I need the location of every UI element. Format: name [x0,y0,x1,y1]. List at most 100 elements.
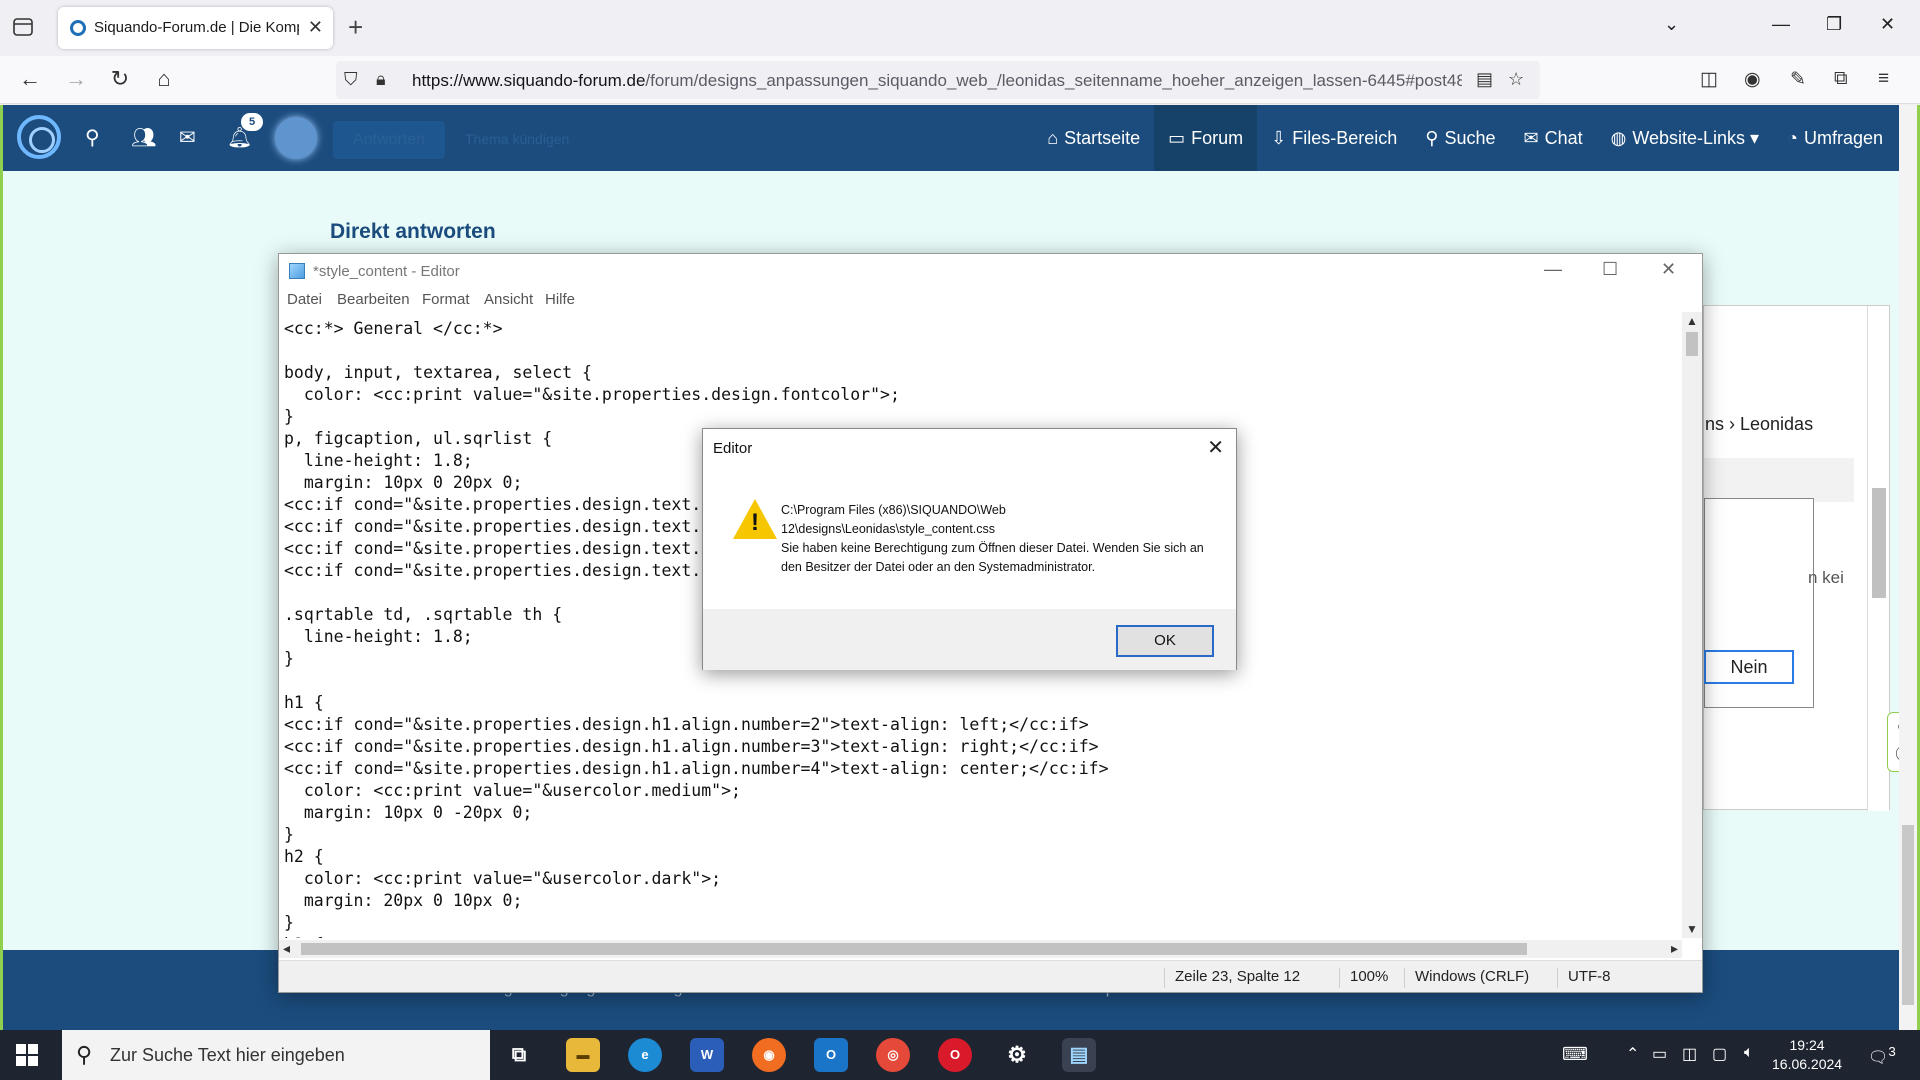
pocket-icon[interactable]: ◫ [1700,68,1718,91]
edge-icon[interactable]: e [628,1038,662,1072]
menu-bearbeiten[interactable]: Bearbeiten [337,291,410,308]
error-text: Sie haben keine Berechtigung zum Öffnen … [781,541,1204,574]
outlook-icon[interactable]: O [814,1038,848,1072]
taskbar-search[interactable]: ⚲ Zur Suche Text hier eingeben [62,1030,490,1080]
new-tab-icon[interactable]: + [348,12,363,43]
menu-icon[interactable]: ≡ [1878,68,1889,90]
nav-item-5[interactable]: ◍ Website-Links ▾ [1597,105,1773,171]
dialog-scrollbar[interactable] [1867,306,1889,811]
path-line-2: 12\designs\Leonidas\style_content.css [781,522,996,536]
word-icon[interactable]: W [690,1038,724,1072]
page-scrollbar[interactable] [1899,105,1917,1030]
tray-expand-icon[interactable]: ⌃ [1626,1044,1639,1064]
code-line: color: <cc:print value="&usercolor.mediu… [284,781,741,800]
scroll-up-icon[interactable]: ▲ [1686,314,1698,328]
close-window-icon[interactable]: ✕ [1880,14,1895,35]
h-scroll-thumb[interactable] [301,943,1527,955]
windows-start-icon[interactable] [16,1044,38,1066]
menu-format[interactable]: Format [422,291,470,308]
tracking-shield-icon[interactable]: ⛉ [344,69,358,90]
no-button[interactable]: Nein [1704,650,1794,684]
account-icon[interactable]: ◉ [1744,68,1761,91]
webcam-icon[interactable]: ◫ [1682,1044,1697,1064]
restore-icon[interactable]: ❐ [1826,14,1842,35]
notepad-close-icon[interactable]: ✕ [1661,259,1676,280]
scroll-down-icon[interactable]: ▼ [1686,922,1698,936]
notification-badge: 5 [241,113,263,131]
url-text[interactable]: https://www.siquando-forum.de/forum/desi… [412,71,1462,91]
notepad-minimize-icon[interactable]: — [1544,259,1562,280]
extensions-icon[interactable]: ⧉ [1834,68,1848,90]
menu-hilfe[interactable]: Hilfe [545,291,575,308]
page-scroll-thumb[interactable] [1902,825,1914,1005]
notepad-menubar: Datei Bearbeiten Format Ansicht Hilfe [279,288,1702,312]
notification-count: 3 [1888,1044,1896,1059]
network-icon[interactable]: ▭ [1652,1044,1667,1064]
dialog-band [1704,458,1854,502]
nav-label: Suche [1444,128,1496,148]
answer-button[interactable]: Antworten [333,121,445,159]
task-view-icon[interactable]: ⧉ [502,1038,536,1072]
nav-label: Forum [1191,128,1244,148]
notepad-taskbar-icon[interactable]: ▤ [1062,1038,1096,1072]
volume-icon[interactable]: 🔈︎ [1744,1044,1754,1062]
dialog-close-icon[interactable]: ✕ [1207,435,1224,460]
scroll-thumb[interactable] [1872,488,1886,598]
unsubscribe-link[interactable]: Thema kündigen [465,131,569,147]
scroll-left-icon[interactable]: ◂ [283,940,290,957]
reload-icon[interactable]: ↻ [106,66,134,92]
bookmark-star-icon[interactable]: ☆ [1508,69,1524,90]
taskbar-clock[interactable]: 19:24 16.06.2024 [1772,1036,1842,1074]
back-icon[interactable]: ← [16,66,44,92]
pen-icon[interactable]: ✎ [1790,68,1806,91]
home-icon[interactable]: ⌂ [150,66,178,92]
notepad-icon [289,263,305,279]
nav-label: Umfragen [1803,128,1883,148]
v-scroll-thumb[interactable] [1686,332,1698,356]
search-icon[interactable]: ⚲ [85,125,100,150]
notification-center-icon[interactable]: 🗨︎3 [1868,1044,1896,1067]
lock-icon[interactable]: 🔒︎ [376,69,386,90]
settings-gear-icon[interactable]: ⚙ [1000,1038,1034,1072]
nav-item-4[interactable]: ✉ Chat [1510,105,1597,171]
nav-item-0[interactable]: ⌂ Startseite [1033,105,1154,171]
mail-icon[interactable]: ✉ [179,125,196,150]
code-line: h1 { [284,693,324,712]
firefox-icon[interactable]: ◉ [752,1038,786,1072]
tab-list-icon[interactable] [12,16,34,38]
editor-horizontal-scrollbar[interactable]: ◂ ▸ [279,940,1682,958]
members-icon[interactable]: 👥︎ [131,125,156,150]
dialog-title: Editor [713,440,753,457]
menu-datei[interactable]: Datei [287,291,322,308]
address-bar[interactable]: ⛉ 🔒︎ https://www.siquando-forum.de/forum… [336,61,1540,99]
nav-item-3[interactable]: ⚲ Suche [1411,105,1509,171]
notepad-titlebar[interactable]: *style_content - Editor — ☐ ✕ [279,254,1702,288]
tab-overflow-chevron-icon[interactable]: ⌄ [1664,14,1679,35]
editor-vertical-scrollbar[interactable]: ▲ ▼ [1682,312,1702,938]
scroll-right-icon[interactable]: ▸ [1671,940,1678,957]
nav-item-6[interactable]: ◔ Umfragen [1773,105,1897,171]
ok-button[interactable]: OK [1116,625,1214,657]
site-logo[interactable] [17,115,61,159]
code-line: <cc:if cond="&site.properties.design.h1.… [284,737,1099,756]
opera-icon[interactable]: O [938,1038,972,1072]
reader-view-icon[interactable]: ▤ [1476,69,1493,90]
keyboard-icon[interactable]: ⌨ [1562,1044,1588,1065]
minimize-icon[interactable]: — [1772,14,1790,35]
chrome-icon[interactable]: ◎ [876,1038,910,1072]
forward-icon[interactable]: → [62,66,90,92]
notepad-maximize-icon[interactable]: ☐ [1602,259,1618,280]
browser-tab-bar: Siquando-Forum.de | Die Komp ✕ + ⌄ — ❐ ✕ [0,0,1920,56]
nav-item-2[interactable]: ⇩ Files-Bereich [1257,105,1411,171]
nav-icon: ▭ [1168,128,1186,148]
browser-tab[interactable]: Siquando-Forum.de | Die Komp ✕ [58,7,333,49]
code-line: <cc:if cond="&site.properties.design.h1.… [284,715,1089,734]
nav-item-1[interactable]: ▭ Forum [1154,105,1258,171]
avatar[interactable] [275,117,317,159]
display-icon[interactable]: ▢ [1712,1044,1727,1064]
clock-time: 19:24 [1789,1037,1825,1053]
file-explorer-icon[interactable]: ▬ [566,1038,600,1072]
tab-close-icon[interactable]: ✕ [308,17,323,38]
menu-ansicht[interactable]: Ansicht [484,291,533,308]
code-line: <cc:if cond="&site.properties.design.h1.… [284,759,1109,778]
